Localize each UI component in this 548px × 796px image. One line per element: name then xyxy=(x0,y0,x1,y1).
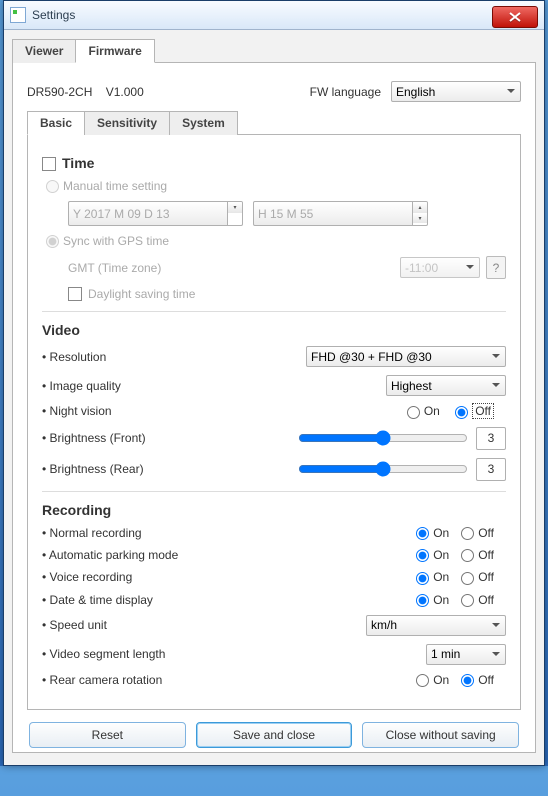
voice-recording-label: Voice recording xyxy=(42,570,282,584)
brightness-front-label: Brightness (Front) xyxy=(42,431,282,445)
resolution-label: Resolution xyxy=(42,350,282,364)
date-picker-icon[interactable]: ▾ xyxy=(228,201,243,226)
sync-gps-label: Sync with GPS time xyxy=(63,234,169,248)
manual-time-label: Manual time setting xyxy=(63,179,167,193)
speed-unit-select[interactable]: km/h xyxy=(366,615,506,636)
voice-off[interactable]: Off xyxy=(461,570,494,584)
time-heading: Time xyxy=(42,155,506,171)
normal-on[interactable]: On xyxy=(416,526,449,540)
app-icon xyxy=(10,7,26,23)
datetime-off[interactable]: Off xyxy=(461,593,494,607)
recording-heading: Recording xyxy=(42,502,506,518)
date-input[interactable] xyxy=(68,201,228,226)
night-vision-on[interactable]: On xyxy=(407,404,440,418)
titlebar: Settings xyxy=(4,1,544,30)
gmt-help-button[interactable]: ? xyxy=(486,256,506,279)
time-spin[interactable]: ▴▾ xyxy=(413,201,428,226)
brightness-rear-value: 3 xyxy=(476,458,506,481)
resolution-select[interactable]: FHD @30 + FHD @30 xyxy=(306,346,506,367)
brightness-rear-slider[interactable] xyxy=(298,461,468,477)
manual-time-radio[interactable] xyxy=(46,180,59,193)
rear-rotation-label: Rear camera rotation xyxy=(42,673,282,687)
speed-unit-label: Speed unit xyxy=(42,618,282,632)
subtab-sensitivity[interactable]: Sensitivity xyxy=(84,111,170,135)
device-info: DR590-2CH V1.000 xyxy=(27,85,267,99)
parking-off[interactable]: Off xyxy=(461,548,494,562)
reset-button[interactable]: Reset xyxy=(29,722,186,748)
parking-on[interactable]: On xyxy=(416,548,449,562)
image-quality-label: Image quality xyxy=(42,379,282,393)
window-close-button[interactable] xyxy=(492,6,538,28)
datetime-display-label: Date & time display xyxy=(42,593,282,607)
night-vision-label: Night vision xyxy=(42,404,282,418)
brightness-front-slider[interactable] xyxy=(298,430,468,446)
tab-viewer[interactable]: Viewer xyxy=(12,39,76,63)
tab-firmware[interactable]: Firmware xyxy=(75,39,154,63)
gmt-select[interactable]: -11:00 xyxy=(400,257,480,278)
video-heading: Video xyxy=(42,322,506,338)
parking-mode-label: Automatic parking mode xyxy=(42,548,282,562)
close-icon xyxy=(509,12,521,22)
subtab-system[interactable]: System xyxy=(169,111,238,135)
fw-language-select[interactable]: English xyxy=(391,81,521,102)
time-input[interactable] xyxy=(253,201,413,226)
fw-language-label: FW language xyxy=(310,85,381,99)
rear-rot-on[interactable]: On xyxy=(416,673,449,687)
rear-rot-off[interactable]: Off xyxy=(461,673,494,687)
brightness-front-value: 3 xyxy=(476,427,506,450)
gmt-label: GMT (Time zone) xyxy=(68,261,308,275)
device-model: DR590-2CH xyxy=(27,85,92,99)
device-version: V1.000 xyxy=(106,85,144,99)
night-vision-off[interactable]: Off xyxy=(455,404,494,418)
normal-off[interactable]: Off xyxy=(461,526,494,540)
subtab-basic[interactable]: Basic xyxy=(27,111,85,135)
segment-length-select[interactable]: 1 min xyxy=(426,644,506,665)
dst-label: Daylight saving time xyxy=(88,287,195,301)
save-and-close-button[interactable]: Save and close xyxy=(196,722,353,748)
close-without-saving-button[interactable]: Close without saving xyxy=(362,722,519,748)
normal-recording-label: Normal recording xyxy=(42,526,282,540)
voice-on[interactable]: On xyxy=(416,570,449,584)
top-tabstrip: Viewer Firmware xyxy=(12,38,536,63)
time-checkbox[interactable] xyxy=(42,157,56,171)
datetime-on[interactable]: On xyxy=(416,593,449,607)
sub-tabstrip: Basic Sensitivity System xyxy=(27,110,521,135)
sync-gps-radio[interactable] xyxy=(46,235,59,248)
window-title: Settings xyxy=(32,8,492,22)
image-quality-select[interactable]: Highest xyxy=(386,375,506,396)
brightness-rear-label: Brightness (Rear) xyxy=(42,462,282,476)
segment-length-label: Video segment length xyxy=(42,647,282,661)
dst-checkbox[interactable] xyxy=(68,287,82,301)
